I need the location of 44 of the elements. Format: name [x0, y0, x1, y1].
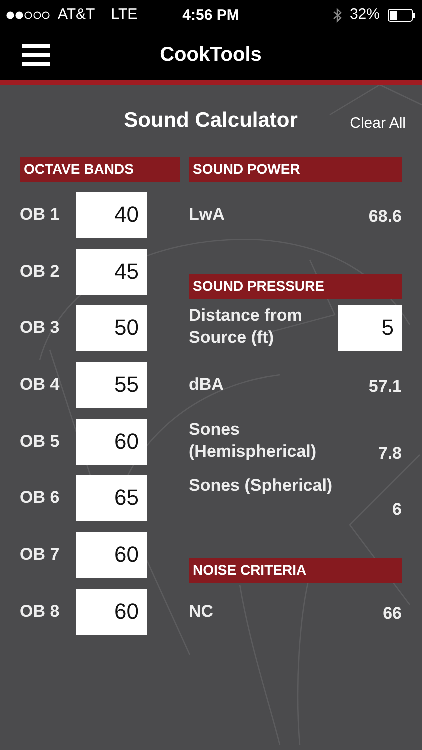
band-label: OB 1	[20, 204, 61, 226]
menu-button[interactable]	[22, 43, 50, 67]
result-label: Sones (Hemispherical)	[189, 418, 318, 463]
section-header: SOUND PRESSURE	[189, 274, 402, 300]
field-label: Distance from Source (ft)	[189, 305, 304, 350]
result-label: Sones (Spherical)	[189, 475, 333, 498]
result-value: 57.1	[368, 376, 402, 398]
value-field[interactable]: 60	[76, 588, 147, 635]
result-value: 68.6	[368, 206, 402, 228]
battery-percent: 32%	[350, 4, 380, 25]
value-field[interactable]: 60	[76, 532, 147, 578]
signal-icon	[6, 10, 50, 20]
status-time: 4:56 PM	[182, 7, 240, 24]
band-label: OB 7	[20, 544, 61, 566]
band-label: OB 5	[20, 430, 61, 453]
value-field[interactable]: 50	[76, 305, 147, 352]
battery-icon	[388, 8, 416, 22]
clear-all-button[interactable]: Clear All	[350, 113, 406, 136]
app-title: CookTools	[160, 43, 262, 68]
result-value: 6	[392, 499, 402, 522]
bluetooth-icon	[332, 8, 342, 22]
result-label: NC	[189, 600, 214, 623]
page-title: Sound Calculator	[124, 108, 298, 134]
band-label: OB 2	[20, 260, 61, 283]
value-field[interactable]: 55	[76, 362, 147, 408]
section-header: OCTAVE BANDS	[20, 157, 180, 182]
value-field[interactable]: 65	[76, 475, 147, 522]
band-label: OB 4	[20, 374, 61, 396]
band-label: OB 6	[20, 487, 61, 510]
value-field[interactable]: 45	[76, 248, 147, 295]
distance-field[interactable]: 5	[338, 305, 402, 352]
result-value: 66	[383, 602, 402, 625]
carrier-name: AT&T	[58, 4, 96, 25]
value-field[interactable]: 60	[76, 418, 147, 465]
band-label: OB 3	[20, 317, 61, 340]
menu-icon	[22, 44, 50, 66]
value-field[interactable]: 40	[76, 192, 147, 238]
result-label: dBA	[189, 374, 224, 396]
result-label: LwA	[189, 204, 225, 226]
section-header: NOISE CRITERIA	[189, 558, 402, 583]
section-header: SOUND POWER	[189, 157, 402, 182]
result-value: 7.8	[378, 442, 402, 465]
network-type: LTE	[111, 4, 138, 25]
band-label: OB 8	[20, 600, 61, 623]
